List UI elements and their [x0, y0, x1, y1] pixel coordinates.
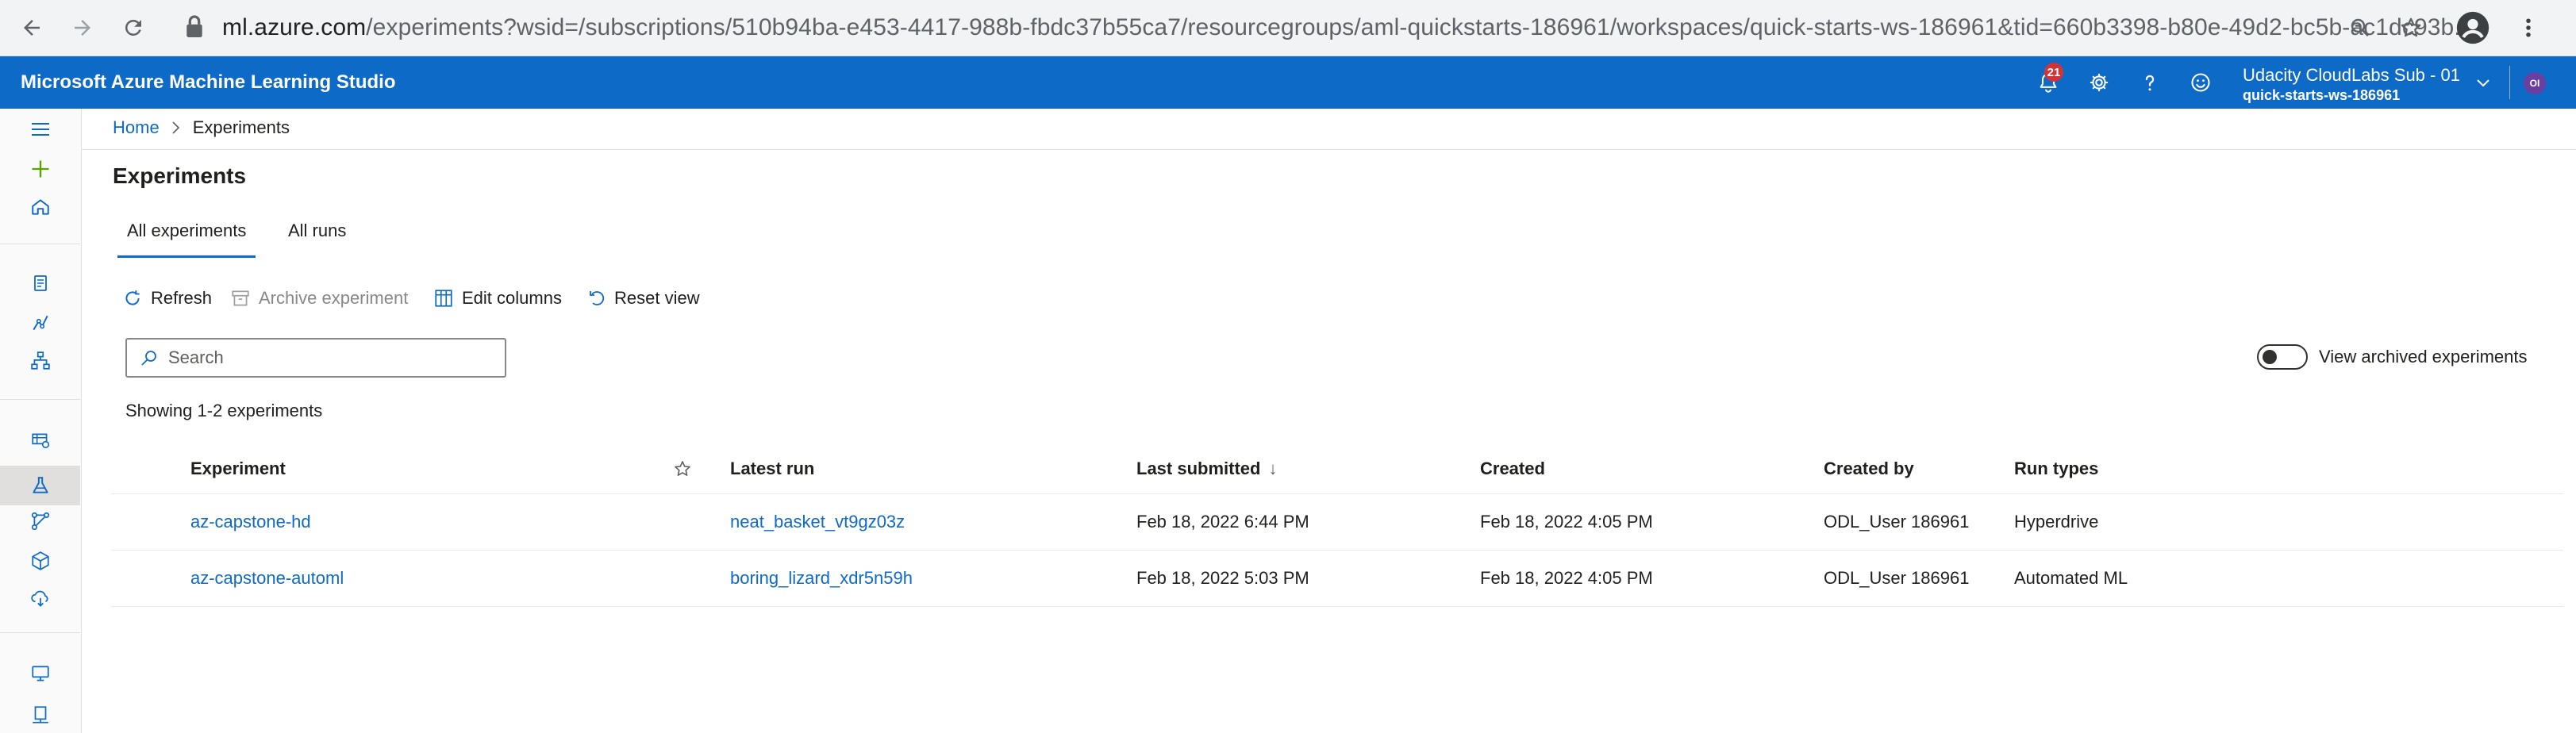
profile-icon[interactable]: [2455, 10, 2490, 45]
table-row[interactable]: az-capstone-automl boring_lizard_xdr5n59…: [111, 551, 2563, 607]
results-count: Showing 1-2 experiments: [125, 401, 323, 420]
search-icon: [140, 348, 159, 367]
reset-icon: [587, 288, 606, 309]
last-submitted-cell: Feb 18, 2022 5:03 PM: [1136, 568, 1309, 588]
run-types-cell: Automated ML: [2014, 568, 2128, 588]
compute-icon[interactable]: [26, 659, 55, 688]
breadcrumb-home[interactable]: Home: [113, 116, 160, 140]
column-header-run-types[interactable]: Run types: [2014, 444, 2098, 493]
hamburger-icon[interactable]: [26, 115, 55, 144]
latest-run-link[interactable]: boring_lizard_xdr5n59h: [730, 551, 913, 606]
gear-icon[interactable]: [2084, 67, 2114, 98]
experiment-link[interactable]: az-capstone-automl: [190, 551, 344, 606]
created-by-cell: ODL_User 186961: [1824, 568, 1970, 588]
pipelines-icon[interactable]: [26, 507, 55, 535]
experiments-icon: [30, 475, 51, 496]
edit-columns-icon: [433, 288, 454, 309]
created-by-cell: ODL_User 186961: [1824, 512, 1970, 532]
breadcrumb-divider: [81, 149, 2576, 150]
chevron-down-icon[interactable]: [2468, 67, 2498, 98]
refresh-button[interactable]: Refresh: [122, 286, 212, 311]
help-icon[interactable]: [2135, 67, 2165, 98]
url-path: /experiments?wsid=/subscriptions/510b94b…: [366, 14, 2474, 40]
smiley-icon[interactable]: [2186, 67, 2216, 98]
tab-all-runs[interactable]: All runs: [288, 219, 346, 243]
kebab-menu-icon[interactable]: [2514, 13, 2543, 42]
last-submitted-cell: Feb 18, 2022 6:44 PM: [1136, 512, 1309, 532]
back-arrow-icon[interactable]: [17, 13, 46, 42]
rail-divider: [0, 399, 80, 400]
favorite-star-icon[interactable]: [673, 444, 692, 493]
plus-icon[interactable]: [26, 155, 55, 183]
tab-all-experiments[interactable]: All experiments: [127, 219, 246, 243]
designer-icon[interactable]: [26, 347, 55, 375]
table-header-row: Experiment Latest run Last submitted ↓ C…: [111, 444, 2563, 494]
address-bar[interactable]: ml.azure.com/experiments?wsid=/subscript…: [222, 13, 2474, 43]
forward-arrow-icon[interactable]: [68, 13, 97, 42]
models-icon[interactable]: [26, 547, 55, 575]
sidebar-item-experiments[interactable]: [0, 466, 80, 505]
rail-divider: [0, 632, 80, 633]
toggle-knob: [2263, 350, 2277, 364]
archive-experiment-button[interactable]: Archive experiment: [230, 286, 408, 311]
column-header-experiment[interactable]: Experiment: [190, 444, 286, 493]
left-nav-rail: [0, 109, 82, 733]
refresh-label: Refresh: [151, 288, 213, 308]
datastores-icon[interactable]: [26, 700, 55, 729]
view-archived-toggle[interactable]: [2257, 344, 2308, 370]
notification-badge: 21: [2044, 63, 2063, 82]
notebook-icon[interactable]: [26, 269, 55, 297]
column-header-last-submitted[interactable]: Last submitted ↓: [1136, 444, 1277, 493]
reload-icon[interactable]: [119, 13, 148, 42]
refresh-icon: [122, 288, 143, 309]
reset-view-label: Reset view: [614, 288, 700, 308]
archive-label: Archive experiment: [259, 288, 409, 308]
star-icon[interactable]: [2397, 13, 2425, 42]
automl-icon[interactable]: [26, 309, 55, 337]
view-archived-label: View archived experiments: [2319, 347, 2528, 366]
search-input[interactable]: [167, 347, 487, 369]
column-header-created-by[interactable]: Created by: [1824, 444, 1914, 493]
studio-header: Microsoft Azure Machine Learning Studio …: [0, 56, 2576, 109]
edit-columns-label: Edit columns: [462, 288, 562, 308]
reset-view-button[interactable]: Reset view: [587, 286, 700, 311]
breadcrumb: Home Experiments: [113, 116, 290, 140]
home-icon[interactable]: [26, 193, 55, 221]
chevron-right-icon: [171, 120, 182, 136]
header-divider: [2509, 66, 2510, 99]
avatar[interactable]: OI: [2524, 72, 2546, 94]
table-row[interactable]: az-capstone-hd neat_basket_vt9gz03z Feb …: [111, 494, 2563, 551]
breadcrumb-current: Experiments: [192, 117, 290, 137]
created-cell: Feb 18, 2022 4:05 PM: [1480, 512, 1653, 532]
app-title[interactable]: Microsoft Azure Machine Learning Studio: [21, 71, 395, 94]
archive-icon: [230, 288, 251, 309]
lock-icon[interactable]: [184, 13, 205, 40]
column-header-created[interactable]: Created: [1480, 444, 1545, 493]
experiment-link[interactable]: az-capstone-hd: [190, 494, 311, 550]
endpoints-icon[interactable]: [26, 585, 55, 613]
created-cell: Feb 18, 2022 4:05 PM: [1480, 568, 1653, 588]
workspace-name[interactable]: quick-starts-ws-186961: [2243, 86, 2400, 104]
page-title: Experiments: [113, 163, 247, 188]
url-domain: ml.azure.com: [222, 14, 367, 40]
sort-descending-icon: ↓: [1268, 459, 1278, 478]
subscription-name[interactable]: Udacity CloudLabs Sub - 01: [2243, 66, 2460, 85]
latest-run-link[interactable]: neat_basket_vt9gz03z: [730, 494, 905, 550]
zoom-icon[interactable]: [2346, 13, 2374, 42]
experiments-table: Experiment Latest run Last submitted ↓ C…: [111, 444, 2563, 607]
active-tab-indicator: [117, 255, 256, 258]
search-box: [125, 338, 506, 378]
browser-toolbar: ml.azure.com/experiments?wsid=/subscript…: [0, 0, 2576, 56]
datasets-icon[interactable]: [26, 426, 55, 455]
edit-columns-button[interactable]: Edit columns: [433, 286, 562, 311]
run-types-cell: Hyperdrive: [2014, 512, 2099, 532]
column-header-latest-run[interactable]: Latest run: [730, 444, 814, 493]
last-submitted-label: Last submitted: [1136, 459, 1261, 478]
